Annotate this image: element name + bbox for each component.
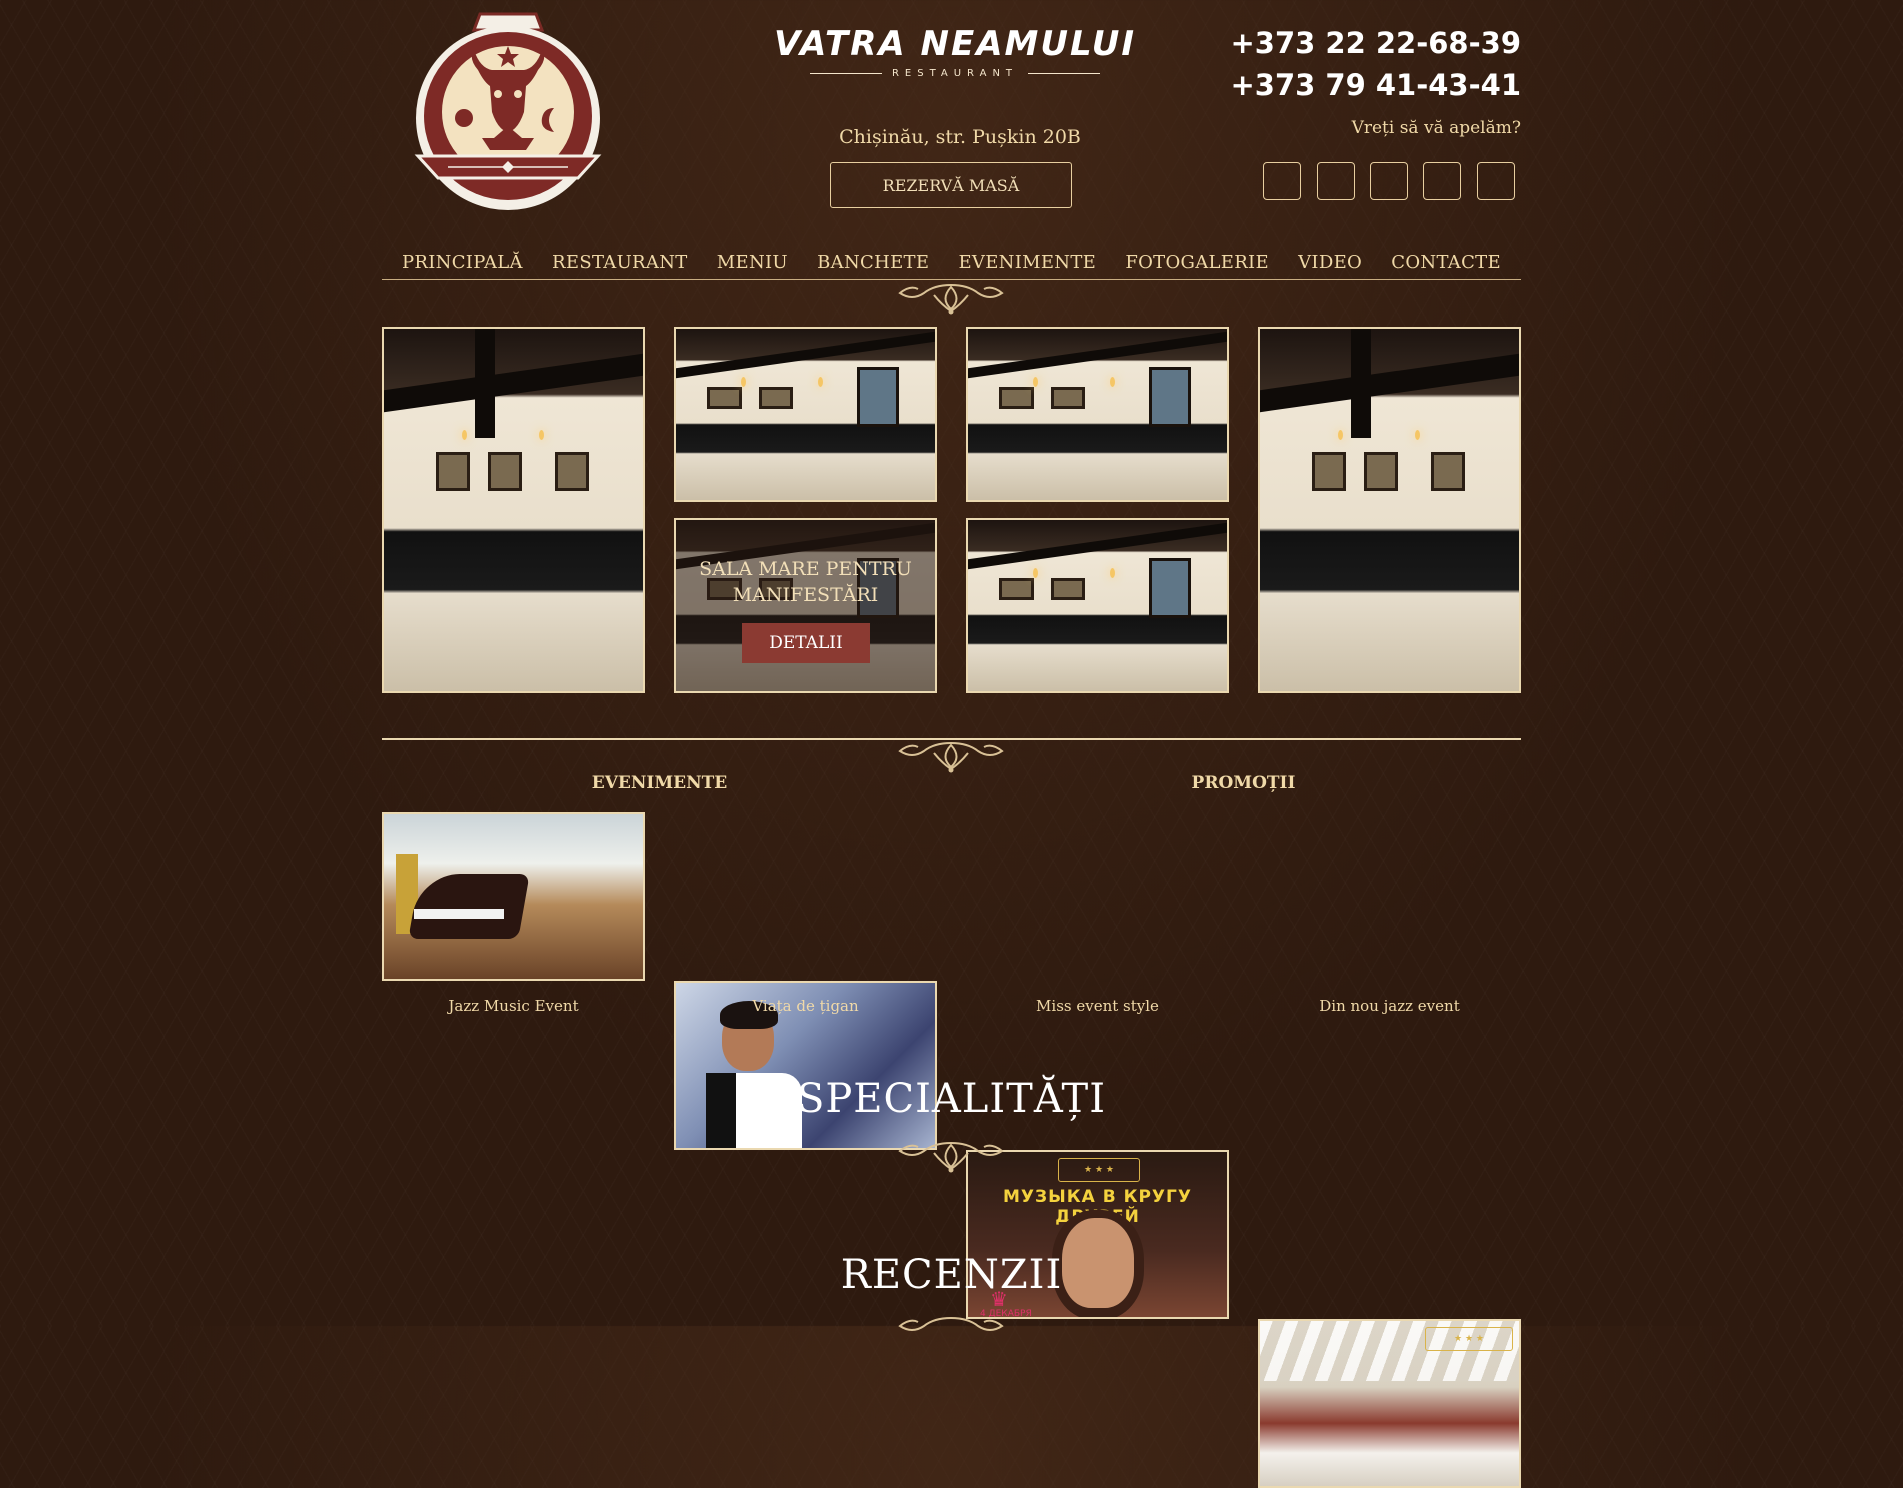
nav-item-video[interactable]: VIDEO bbox=[1298, 252, 1362, 279]
gallery-photo-3[interactable] bbox=[966, 327, 1229, 502]
phone-number-2[interactable]: +373 79 41-43-41 bbox=[1200, 68, 1521, 102]
event-caption-4[interactable]: Din nou jazz event bbox=[1258, 997, 1521, 1015]
events-heading: EVENIMENTE bbox=[591, 773, 728, 793]
hall-photo bbox=[676, 329, 935, 500]
nav-item-fotogalerie[interactable]: FOTOGALERIE bbox=[1125, 252, 1269, 279]
phone-number-1[interactable]: +373 22 22-68-39 bbox=[1200, 26, 1521, 60]
restaurant-logo[interactable] bbox=[408, 8, 608, 213]
venue-logo-icon: ★ ★ ★ bbox=[1425, 1327, 1513, 1351]
divider bbox=[1028, 73, 1100, 74]
event-caption-3[interactable]: Miss event style bbox=[966, 997, 1229, 1015]
nav-item-restaurant[interactable]: RESTAURANT bbox=[552, 252, 688, 279]
ornament-divider-icon bbox=[898, 1142, 1004, 1173]
brand-subtitle: RESTAURANT bbox=[810, 68, 1100, 79]
event-image-4[interactable]: ★ ★ ★ bbox=[1258, 1319, 1521, 1488]
brand-subtitle-text: RESTAURANT bbox=[891, 68, 1019, 79]
address: Chișinău, str. Pușkin 20B bbox=[839, 126, 1081, 148]
event-caption-1[interactable]: Jazz Music Event bbox=[382, 997, 645, 1015]
reviews-heading: RECENZII bbox=[840, 1252, 1063, 1298]
social-icon-4[interactable] bbox=[1423, 162, 1461, 200]
promotions-heading: PROMOȚII bbox=[1191, 773, 1296, 793]
social-icon-1[interactable] bbox=[1263, 162, 1301, 200]
social-icon-3[interactable] bbox=[1370, 162, 1408, 200]
event-image-1[interactable] bbox=[382, 812, 645, 981]
event-caption-2[interactable]: Viața de țigan bbox=[674, 997, 937, 1015]
gallery-photo-5[interactable] bbox=[966, 518, 1229, 693]
gallery-photo-1[interactable] bbox=[382, 327, 645, 693]
gallery-photo-2[interactable] bbox=[674, 327, 937, 502]
hall-photo bbox=[384, 329, 643, 691]
social-icon-5[interactable] bbox=[1477, 162, 1515, 200]
gallery-overlay-card[interactable]: SALA MARE PENTRU MANIFESTĂRI DETALII bbox=[674, 518, 937, 693]
overlay-title: SALA MARE PENTRU MANIFESTĂRI bbox=[699, 558, 912, 606]
venue-logo-icon: ★ ★ ★ bbox=[1058, 1158, 1140, 1182]
gallery-photo-4[interactable] bbox=[1258, 327, 1521, 693]
hall-photo bbox=[968, 329, 1227, 500]
divider bbox=[810, 73, 882, 74]
ornament-divider-icon bbox=[898, 1317, 1004, 1331]
nav-item-evenimente[interactable]: EVENIMENTE bbox=[958, 252, 1096, 279]
callback-link[interactable]: Vreți să vă apelăm? bbox=[1200, 118, 1521, 138]
piano-icon bbox=[408, 874, 530, 939]
details-button[interactable]: DETALII bbox=[742, 623, 870, 663]
main-nav: PRINCIPALĂ RESTAURANT MENIU BANCHETE EVE… bbox=[382, 252, 1521, 280]
reserve-table-button[interactable]: REZERVĂ MASĂ bbox=[830, 162, 1072, 208]
hall-photo bbox=[1260, 329, 1519, 691]
nav-item-contacte[interactable]: CONTACTE bbox=[1391, 252, 1501, 279]
specialities-heading: SPECIALITĂȚI bbox=[796, 1076, 1107, 1122]
nav-item-principala[interactable]: PRINCIPALĂ bbox=[402, 252, 523, 279]
hall-photo bbox=[968, 520, 1227, 691]
nav-item-banchete[interactable]: BANCHETE bbox=[817, 252, 929, 279]
ornament-divider-icon bbox=[898, 284, 1004, 315]
nav-item-meniu[interactable]: MENIU bbox=[717, 252, 788, 279]
brand-title[interactable]: VATRA NEAMULUI bbox=[760, 24, 1150, 64]
social-icon-2[interactable] bbox=[1317, 162, 1355, 200]
ornament-divider-icon bbox=[898, 742, 1004, 773]
